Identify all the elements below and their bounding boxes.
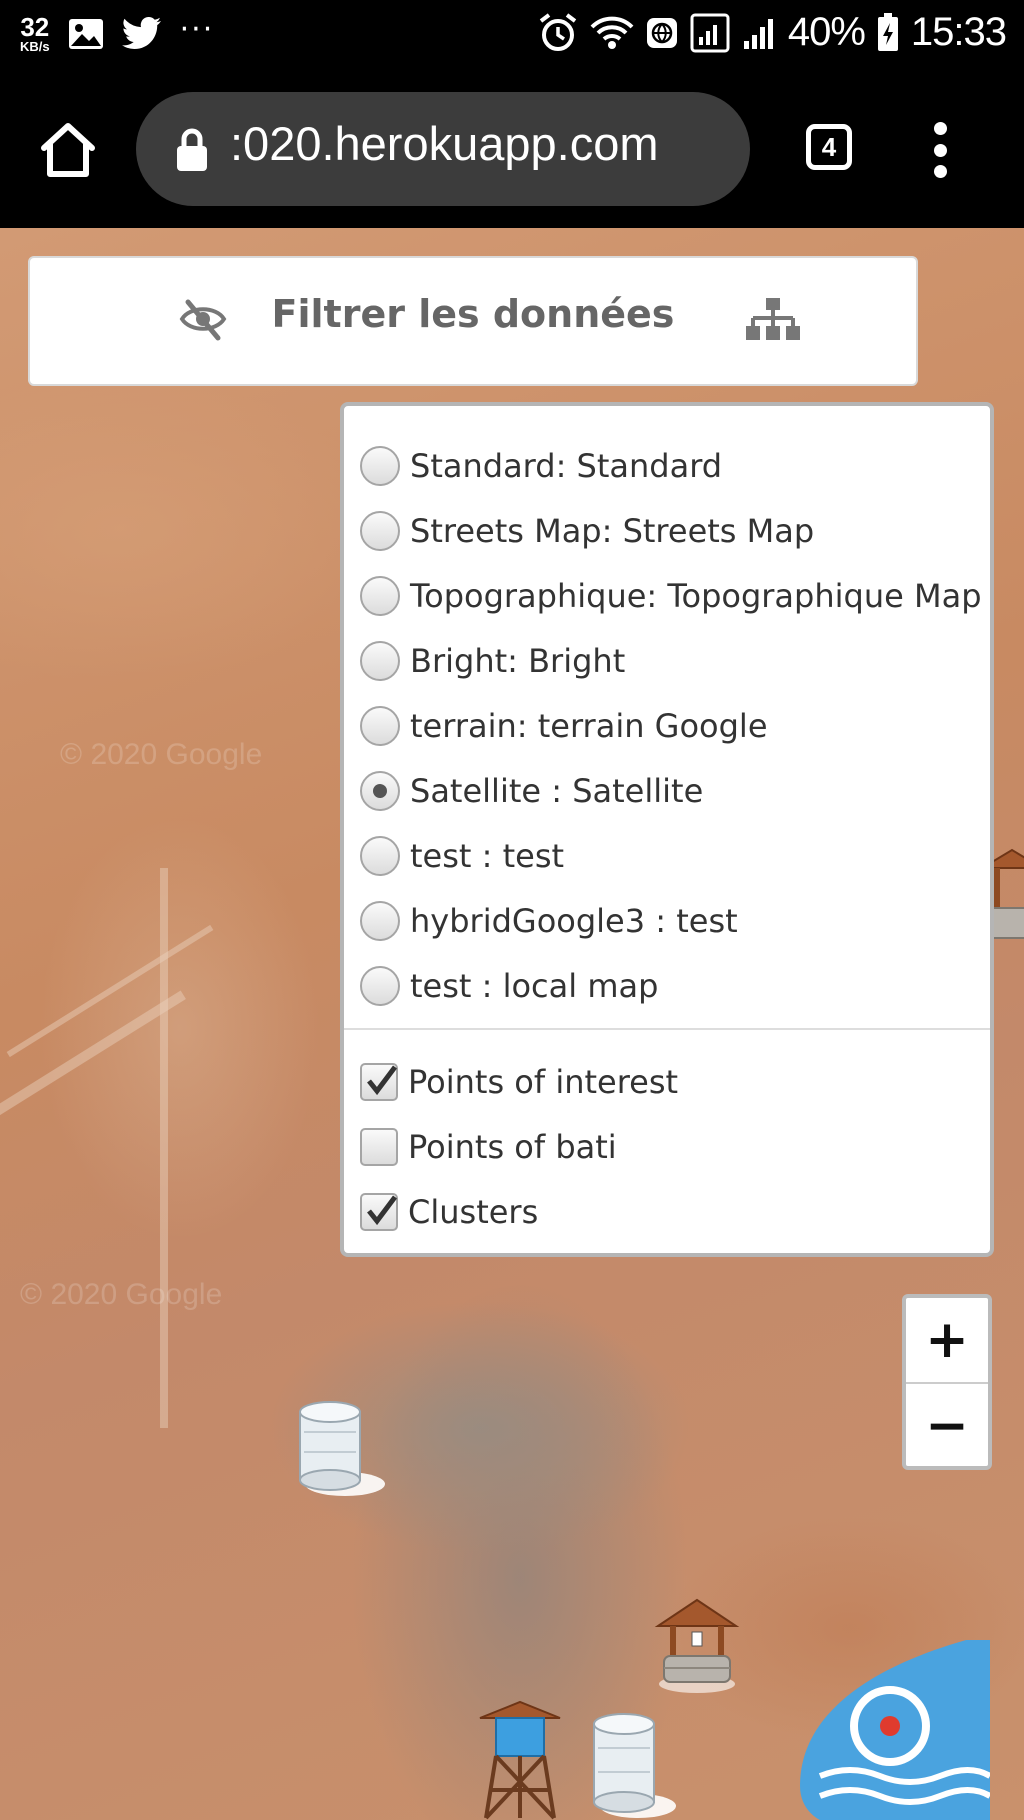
base-layer-label: terrain: terrain Google <box>410 707 768 745</box>
overlay-checkbox[interactable] <box>360 1128 398 1166</box>
battery-charging-icon <box>877 12 898 51</box>
browser-menu-icon[interactable] <box>930 122 950 178</box>
base-layer-label: Topographique: Topographique Map <box>410 577 982 615</box>
status-bar: 32 KB/s ··· 40% 15:33 <box>0 0 1024 72</box>
base-layer-label: Satellite : Satellite <box>410 772 704 810</box>
overlay-label: Clusters <box>408 1193 539 1231</box>
overlay-label: Points of bati <box>408 1128 617 1166</box>
layer-control-panel: Standard: Standard Streets Map: Streets … <box>340 402 994 1257</box>
map-watermark: © 2020 Google <box>60 738 263 771</box>
layer-separator <box>344 1028 990 1030</box>
twitter-icon <box>121 16 161 49</box>
battery-percent: 40% <box>787 10 866 54</box>
address-bar[interactable]: :020.herokuapp.com <box>136 92 750 206</box>
base-layer-radio[interactable] <box>360 511 400 551</box>
browser-toolbar: :020.herokuapp.com 4 <box>0 72 1024 228</box>
base-layer-radio-selected[interactable] <box>360 771 400 811</box>
base-layer-label: Streets Map: Streets Map <box>410 512 815 550</box>
water-tank-icon[interactable] <box>290 1392 390 1498</box>
base-layer-streets[interactable]: Streets Map: Streets Map <box>360 503 814 559</box>
checkmark-icon <box>367 1065 397 1096</box>
tab-switcher-button[interactable]: 4 <box>806 124 852 170</box>
zoom-control: + − <box>902 1294 992 1470</box>
checkmark-icon <box>367 1195 397 1226</box>
overlay-clusters[interactable]: Clusters <box>360 1184 538 1240</box>
map-feature <box>0 990 186 1116</box>
vpn-globe-icon <box>646 17 677 48</box>
base-layer-radio[interactable] <box>360 901 400 941</box>
home-icon[interactable] <box>38 122 98 178</box>
base-layer-local-map[interactable]: test : local map <box>360 958 658 1014</box>
base-layer-radio[interactable] <box>360 641 400 681</box>
network-speed-value: 32 <box>20 12 50 42</box>
base-layer-hybrid-google[interactable]: hybridGoogle3 : test <box>360 893 738 949</box>
url-text: :020.herokuapp.com <box>230 117 659 170</box>
base-layer-test[interactable]: test : test <box>360 828 564 884</box>
base-layer-bright[interactable]: Bright: Bright <box>360 633 625 689</box>
base-layer-radio[interactable] <box>360 446 400 486</box>
base-layer-standard[interactable]: Standard: Standard <box>360 438 722 494</box>
water-tank-icon[interactable] <box>586 1702 682 1820</box>
gallery-icon <box>68 18 103 49</box>
status-right: 40% 15:33 <box>538 10 1007 55</box>
base-layer-radio[interactable] <box>360 836 400 876</box>
base-layer-label: test : test <box>410 837 565 875</box>
network-speed: 32 KB/s <box>20 14 50 53</box>
base-layer-label: test : local map <box>410 967 659 1005</box>
signal-sim2-icon <box>743 18 773 49</box>
base-layer-terrain[interactable]: terrain: terrain Google <box>360 698 768 754</box>
overlay-checkbox-checked[interactable] <box>360 1193 398 1231</box>
base-layer-radio[interactable] <box>360 966 400 1006</box>
overlay-label: Points of interest <box>408 1063 679 1101</box>
network-speed-unit: KB/s <box>20 39 50 54</box>
base-layer-label: Standard: Standard <box>410 447 723 485</box>
clock: 15:33 <box>910 10 1007 54</box>
zoom-in-button[interactable]: + <box>906 1298 988 1384</box>
wifi-icon <box>590 16 634 49</box>
overlay-points-of-bati[interactable]: Points of bati <box>360 1119 617 1175</box>
status-left: 32 KB/s ··· <box>20 12 215 53</box>
signal-sim1-icon <box>690 13 730 52</box>
alarm-icon <box>539 12 577 51</box>
map-watermark: © 2020 Google <box>20 1278 223 1311</box>
brand-logo-icon <box>800 1640 990 1820</box>
filter-bar[interactable]: Filtrer les données <box>28 256 918 386</box>
base-layer-satellite[interactable]: Satellite : Satellite <box>360 763 703 819</box>
base-layer-radio[interactable] <box>360 576 400 616</box>
base-layer-label: hybridGoogle3 : test <box>410 902 738 940</box>
zoom-out-button[interactable]: − <box>906 1384 988 1468</box>
more-notifications-icon: ··· <box>179 12 215 47</box>
base-layer-radio[interactable] <box>360 706 400 746</box>
water-tower-icon[interactable] <box>476 1700 564 1820</box>
well-icon[interactable] <box>652 1596 742 1696</box>
overlay-points-of-interest[interactable]: Points of interest <box>360 1054 678 1110</box>
base-layer-topographique[interactable]: Topographique: Topographique Map <box>360 568 982 624</box>
base-layer-label: Bright: Bright <box>410 642 626 680</box>
lock-icon <box>177 128 207 171</box>
sitemap-icon[interactable] <box>746 298 800 342</box>
tab-count: 4 <box>821 131 837 162</box>
overlay-checkbox-checked[interactable] <box>360 1063 398 1101</box>
